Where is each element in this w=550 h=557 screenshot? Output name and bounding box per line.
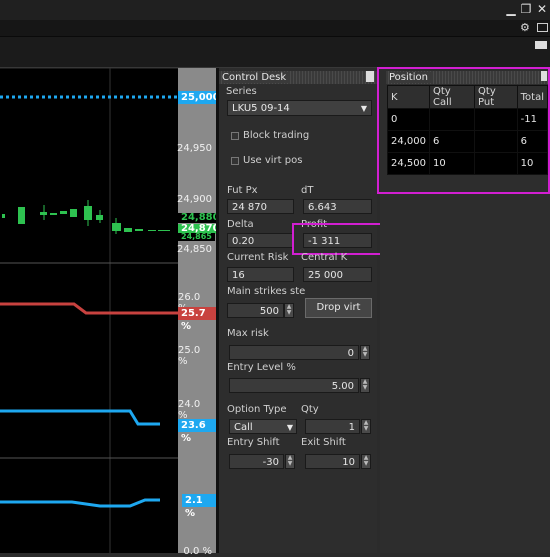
candle <box>2 214 5 218</box>
entry-level-stepper[interactable]: ▲ ▼ <box>360 378 370 393</box>
pct-tick: 25.0 % <box>178 345 201 367</box>
fut-px-field[interactable]: 24 870 <box>227 199 294 214</box>
central-k-field[interactable]: 25 000 <box>303 267 372 282</box>
entry-level-label: Entry Level % <box>227 362 296 373</box>
pct-tag-lower: 2.1 % <box>182 494 216 519</box>
price-tick: 24,950 <box>177 143 212 154</box>
layout-icon[interactable] <box>537 23 548 32</box>
option-type-label: Option Type <box>227 404 287 415</box>
fut-px-label: Fut Px <box>227 185 258 196</box>
central-k-label: Central K <box>301 252 348 263</box>
candle <box>135 229 143 231</box>
price-chart[interactable] <box>0 68 178 553</box>
block-trading-label: Block trading <box>243 130 310 141</box>
series-label: Series <box>226 86 257 97</box>
main-strikes-label: Main strikes ste <box>227 286 306 297</box>
volatility-line-blue <box>0 409 160 426</box>
entry-shift-stepper[interactable]: ▲ ▼ <box>285 454 295 469</box>
chart-canvas <box>0 68 178 553</box>
candle <box>18 207 25 224</box>
series-value: LKU5 09-14 <box>232 103 290 114</box>
price-tick: 24,900 <box>177 194 212 205</box>
pct-tick: 0.0 % <box>183 546 212 557</box>
gear-icon[interactable]: ⚙ <box>520 22 532 34</box>
exit-shift-label: Exit Shift <box>301 437 346 448</box>
chevron-down-icon: ▼ <box>360 104 367 113</box>
main-strikes-stepper[interactable]: ▲ ▼ <box>284 303 294 318</box>
control-desk-header[interactable]: Control Desk <box>219 71 377 84</box>
candle <box>124 228 132 232</box>
max-risk-stepper[interactable]: ▲ ▼ <box>360 345 370 360</box>
current-risk-field[interactable]: 16 <box>227 267 294 282</box>
main-strikes-input[interactable]: 500 <box>227 303 284 318</box>
title-bar: ▁ ❐ ✕ <box>0 0 550 20</box>
delta-label: Delta <box>227 219 254 230</box>
candles <box>2 200 170 234</box>
sub-toolbar <box>0 37 550 68</box>
pct-tag-red: 25.7 % <box>178 307 216 332</box>
drop-virt-button[interactable]: Drop virt <box>305 298 372 318</box>
volatility-line-lower <box>0 498 160 508</box>
exit-shift-stepper[interactable]: ▲ ▼ <box>361 454 371 469</box>
block-trading-checkbox[interactable] <box>231 132 239 140</box>
entry-shift-input[interactable]: -30 <box>229 454 284 469</box>
exit-shift-input[interactable]: 10 <box>305 454 360 469</box>
dt-field[interactable]: 6.643 <box>303 199 372 214</box>
dt-label: dT <box>301 185 314 196</box>
panel-title: Control Desk <box>222 72 291 83</box>
entry-level-input[interactable]: 5.00 <box>229 378 359 393</box>
candle <box>60 211 67 214</box>
panel-menu-icon[interactable] <box>535 41 547 49</box>
qty-input[interactable]: 1 <box>305 419 360 434</box>
candle <box>50 213 57 215</box>
control-desk-panel: Control Desk Series LKU5 09-14 ▼ Block t… <box>218 68 388 553</box>
price-tick: 24,850 <box>177 244 212 255</box>
restore-icon[interactable]: ❐ <box>519 2 533 16</box>
current-risk-label: Current Risk <box>227 252 289 263</box>
use-virt-pos-label: Use virt pos <box>243 155 303 166</box>
pct-tick: 24.0 % <box>178 399 201 421</box>
entry-shift-label: Entry Shift <box>227 437 280 448</box>
delta-field[interactable]: 0.20 <box>227 233 294 248</box>
use-virt-pos-checkbox[interactable] <box>231 157 239 165</box>
candle <box>148 230 156 231</box>
price-axis[interactable]: 24,950 24,900 24,850 25,000 24,880 24,87… <box>177 68 223 557</box>
position-highlight <box>377 67 550 194</box>
candle <box>70 209 77 217</box>
chevron-down-icon: ▼ <box>286 423 293 432</box>
close-icon[interactable]: ✕ <box>535 2 549 16</box>
qty-stepper[interactable]: ▲ ▼ <box>361 419 371 434</box>
series-select[interactable]: LKU5 09-14 ▼ <box>227 100 372 116</box>
pct-tag-blue: 23.6 % <box>178 419 216 444</box>
max-risk-label: Max risk <box>227 328 269 339</box>
toolbar: ⚙ <box>0 20 550 37</box>
profit-highlight <box>292 223 388 255</box>
candle <box>158 230 170 231</box>
option-type-select[interactable]: Call ▼ <box>229 419 297 434</box>
volatility-line-red <box>0 302 178 315</box>
option-type-value: Call <box>234 422 253 433</box>
minimize-icon[interactable]: ▁ <box>504 2 518 16</box>
price-tag: 24,865 <box>178 233 215 241</box>
max-risk-input[interactable]: 0 <box>229 345 359 360</box>
qty-label: Qty <box>301 404 319 415</box>
close-panel-icon[interactable] <box>366 71 374 82</box>
